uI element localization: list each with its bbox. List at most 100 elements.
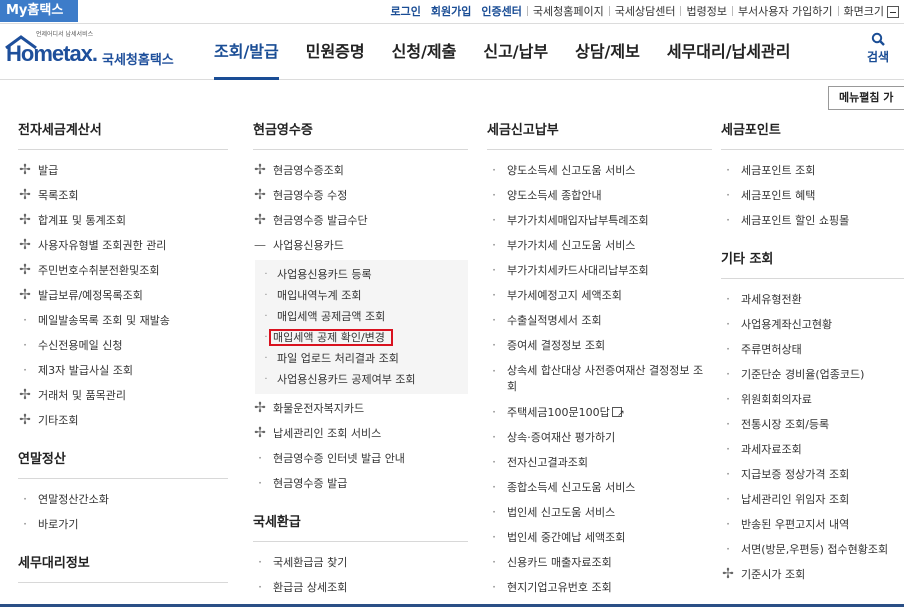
menu-item[interactable]: · 기준단순 경비율(업종코드)	[721, 362, 904, 387]
menu-item[interactable]: ✢ 발급	[18, 158, 228, 183]
menu-item[interactable]: · 부가세예정고지 세액조회	[487, 283, 712, 308]
submenu-item[interactable]: · 매입세액 공제금액 조회	[259, 306, 468, 327]
my-hometax-link[interactable]: My홈택스	[0, 0, 78, 22]
menu-item[interactable]: · 법인세 신고도움 서비스	[487, 500, 712, 525]
menu-item[interactable]: · 상속·증여재산 평가하기	[487, 425, 712, 450]
expand-plus-icon[interactable]: ✢	[253, 396, 267, 421]
menu-item[interactable]: ✢ 발급보류/예정목록조회	[18, 283, 228, 308]
certificate-center-link[interactable]: 인증센터	[476, 3, 526, 19]
menu-item[interactable]: · 주택세금100문100답	[487, 400, 712, 427]
expand-plus-icon[interactable]: ✢	[18, 158, 32, 183]
expand-plus-icon[interactable]: ✢	[18, 233, 32, 258]
menu-item[interactable]: · 전통시장 조회/등록	[721, 412, 904, 437]
hometax-logo[interactable]: 언제어디서 납세서비스 Hometax. 국세청홈택스	[4, 29, 184, 75]
screen-size-control[interactable]: 화면크기	[839, 3, 904, 19]
nav-inquiry-issue[interactable]: 조회/발급	[214, 24, 279, 80]
menu-item[interactable]: · 지급보증 정상가격 조회	[721, 462, 904, 487]
menu-item[interactable]: · 수신전용메일 신청	[18, 333, 228, 358]
menu-item[interactable]: ✢ 현금영수증조회	[253, 158, 468, 183]
menu-item-label: 연말정산간소화	[38, 493, 109, 506]
menu-item[interactable]: ✢ 화물운전자복지카드	[253, 396, 468, 421]
menu-item[interactable]: · 부가가치세매입자납부특례조회	[487, 208, 712, 233]
search-button[interactable]: 검색	[864, 32, 892, 65]
menu-item[interactable]: · 세금포인트 조회	[721, 158, 904, 183]
nts-homepage-link[interactable]: 국세청홈페이지	[528, 3, 609, 19]
menu-item[interactable]: · 세금포인트 혜택	[721, 183, 904, 208]
menu-item[interactable]: · 신용카드 매출자료조회	[487, 550, 712, 575]
menu-item[interactable]: — 사업용신용카드	[253, 233, 468, 258]
expand-plus-icon[interactable]: ✢	[18, 258, 32, 283]
nav-report-pay[interactable]: 신고/납부	[483, 24, 548, 80]
menu-item[interactable]: · 납세관리인 위임자 조회	[721, 487, 904, 512]
expand-plus-icon[interactable]: ✢	[253, 183, 267, 208]
consult-center-link[interactable]: 국세상담센터	[610, 3, 681, 19]
menu-item[interactable]: · 현금영수증 인터넷 발급 안내	[253, 446, 468, 471]
expand-plus-icon[interactable]: ✢	[253, 421, 267, 446]
menu-item[interactable]: · 서면(방문,우편등) 접수현황조회	[721, 537, 904, 562]
nav-apply-submit[interactable]: 신청/제출	[392, 24, 457, 80]
menu-item[interactable]: ✢ 거래처 및 품목관리	[18, 383, 228, 408]
zoom-out-icon[interactable]	[887, 6, 899, 18]
expand-plus-icon[interactable]: ✢	[18, 208, 32, 233]
menu-item[interactable]: · 환급금 상세조회	[253, 575, 468, 600]
submenu-item[interactable]: · 매입내역누계 조회	[259, 285, 468, 306]
expand-plus-icon[interactable]: ✢	[18, 408, 32, 433]
menu-item[interactable]: · 사업용계좌신고현황	[721, 312, 904, 337]
nav-civil-certificate[interactable]: 민원증명	[306, 24, 365, 80]
menu-item[interactable]: · 법인세 중간예납 세액조회	[487, 525, 712, 550]
nav-tax-agent[interactable]: 세무대리/납세관리	[667, 24, 791, 80]
expand-plus-icon[interactable]: ✢	[18, 383, 32, 408]
bullet-icon: ·	[726, 517, 730, 531]
menu-item[interactable]: · 바로가기	[18, 512, 228, 537]
logo-tagline: 언제어디서 납세서비스	[36, 31, 94, 38]
menu-item[interactable]: ✢ 기타조회	[18, 408, 228, 433]
menu-item[interactable]: · 양도소득세 종합안내	[487, 183, 712, 208]
menu-item[interactable]: ✢ 현금영수증 수정	[253, 183, 468, 208]
menu-item[interactable]: · 부가가치세 신고도움 서비스	[487, 233, 712, 258]
menu-item[interactable]: · 양도소득세 신고도움 서비스	[487, 158, 712, 183]
menu-item[interactable]: · 세금포인트 할인 쇼핑몰	[721, 208, 904, 233]
menu-item[interactable]: · 현지기업고유번호 조회	[487, 575, 712, 600]
login-link[interactable]: 로그인	[386, 3, 426, 19]
menu-expand-button[interactable]: 메뉴펼침 가	[828, 86, 904, 110]
menu-item[interactable]: · 전자신고결과조회	[487, 450, 712, 475]
menu-item-label: 세금포인트 할인 쇼핑몰	[741, 214, 850, 227]
expand-plus-icon[interactable]: ✢	[253, 208, 267, 233]
submenu-item[interactable]: · 사업용신용카드 공제여부 조회	[259, 369, 468, 390]
menu-item[interactable]: ✢ 주민번호수취분전환및조회	[18, 258, 228, 283]
menu-item[interactable]: · 위원회회의자료	[721, 387, 904, 412]
menu-item[interactable]: · 현금영수증 발급	[253, 471, 468, 496]
menu-item[interactable]: ✢ 납세관리인 조회 서비스	[253, 421, 468, 446]
expand-plus-icon[interactable]: ✢	[18, 283, 32, 308]
menu-item[interactable]: ✢ 합계표 및 통계조회	[18, 208, 228, 233]
menu-item[interactable]: ✢ 목록조회	[18, 183, 228, 208]
menu-item[interactable]: · 반송된 우편고지서 내역	[721, 512, 904, 537]
menu-item[interactable]: · 제3자 발급사실 조회	[18, 358, 228, 383]
signup-link[interactable]: 회원가입	[426, 3, 476, 19]
menu-item[interactable]: · 과세유형전환	[721, 287, 904, 312]
nav-consult-report[interactable]: 상담/제보	[575, 24, 640, 80]
menu-item[interactable]: · 과세자료조회	[721, 437, 904, 462]
submenu-item[interactable]: · 파일 업로드 처리결과 조회	[259, 348, 468, 369]
menu-item[interactable]: ✢ 사용자유형별 조회권한 관리	[18, 233, 228, 258]
menu-item-label: 증여세 결정정보 조회	[507, 339, 606, 352]
expand-plus-icon[interactable]: ✢	[253, 158, 267, 183]
menu-item[interactable]: · 수출실적명세서 조회	[487, 308, 712, 333]
collapse-minus-icon[interactable]: —	[253, 233, 267, 258]
dept-user-signup-link[interactable]: 부서사용자 가입하기	[733, 3, 838, 19]
menu-item[interactable]: · 증여세 결정정보 조회	[487, 333, 712, 358]
menu-item[interactable]: ✢ 기준시가 조회	[721, 562, 904, 587]
menu-item[interactable]: · 국세환급금 찾기	[253, 550, 468, 575]
law-info-link[interactable]: 법령정보	[681, 3, 731, 19]
menu-item[interactable]: · 상속세 합산대상 사전증여재산 결정정보 조회	[487, 358, 712, 400]
expand-plus-icon[interactable]: ✢	[18, 183, 32, 208]
menu-item[interactable]: · 부가가치세카드사대리납부조회	[487, 258, 712, 283]
menu-item[interactable]: · 종합소득세 신고도움 서비스	[487, 475, 712, 500]
menu-item[interactable]: · 메일발송목록 조회 및 재발송	[18, 308, 228, 333]
menu-item[interactable]: · 주류면허상태	[721, 337, 904, 362]
menu-item[interactable]: · 연말정산간소화	[18, 487, 228, 512]
submenu-item-highlighted[interactable]: · 매입세액 공제 확인/변경	[259, 327, 468, 348]
submenu-item[interactable]: · 사업용신용카드 등록	[259, 264, 468, 285]
menu-item[interactable]: ✢ 현금영수증 발급수단	[253, 208, 468, 233]
expand-plus-icon[interactable]: ✢	[721, 562, 735, 587]
